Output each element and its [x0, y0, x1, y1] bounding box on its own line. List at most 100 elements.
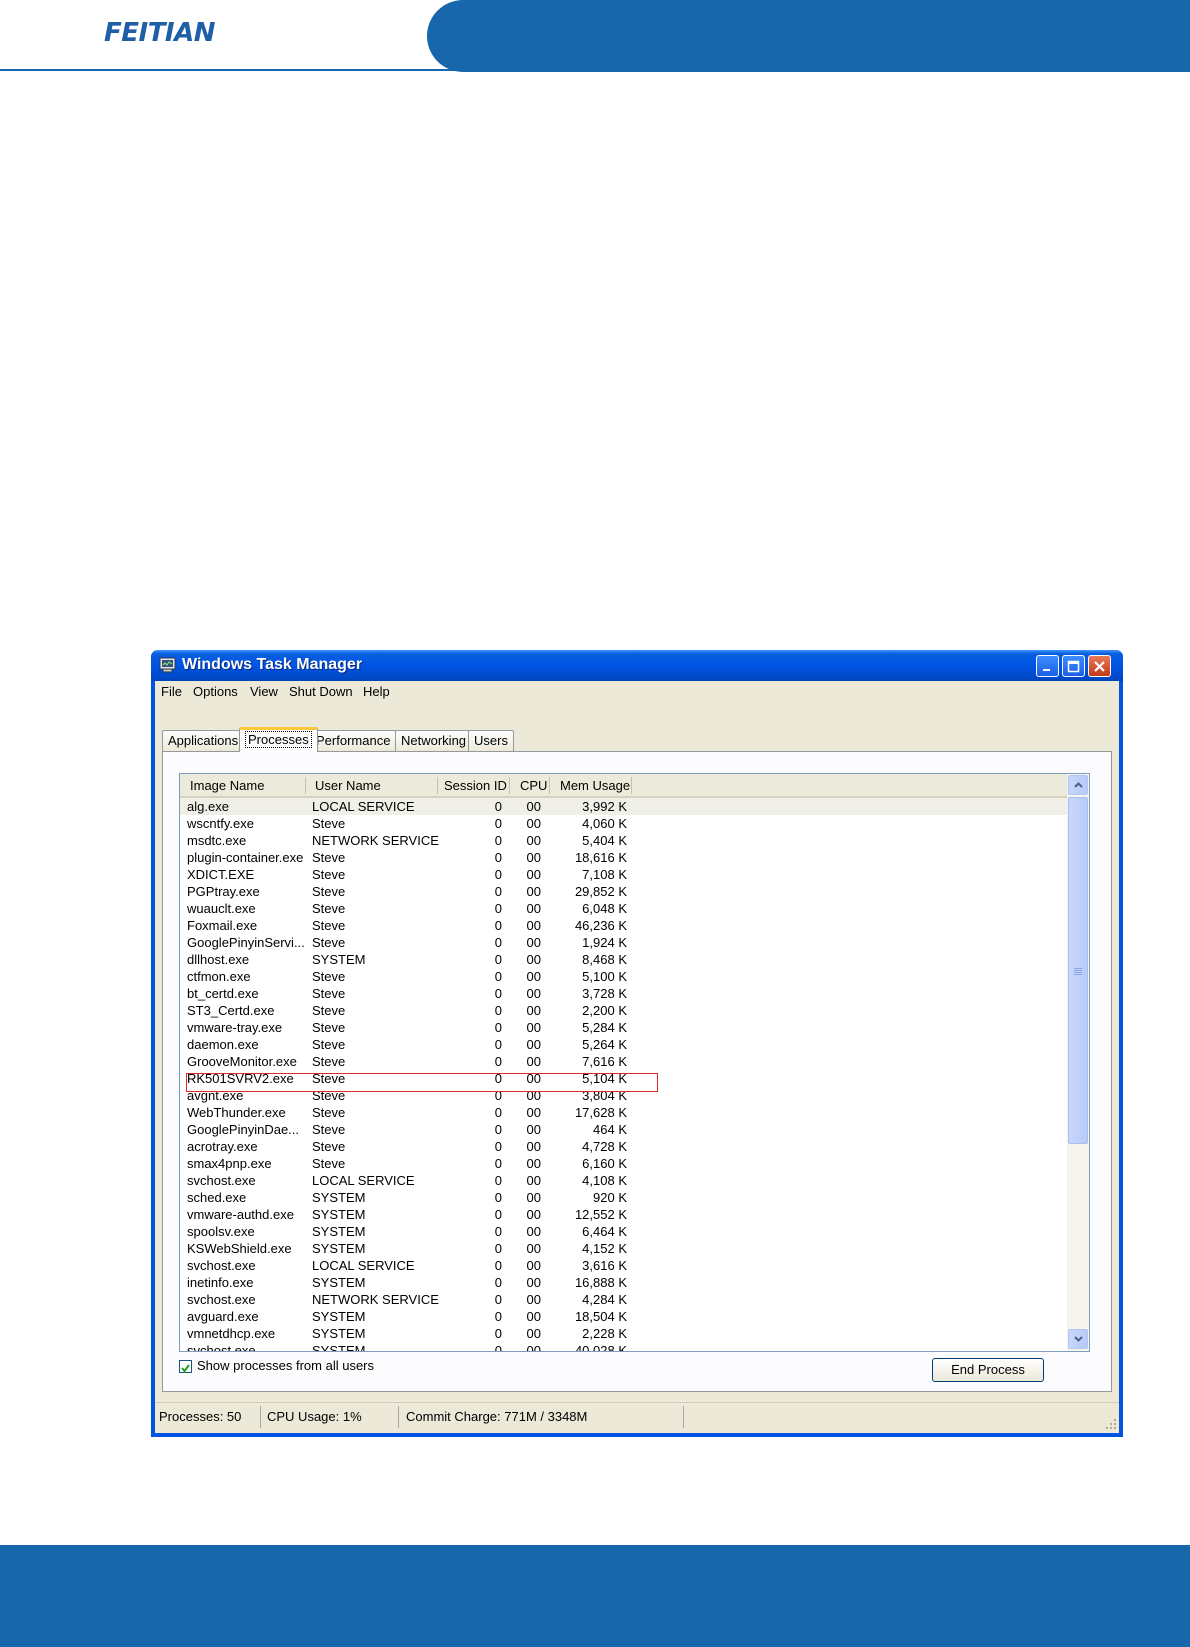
- cell-user: Steve: [312, 901, 346, 916]
- cell-mem: 464 K: [593, 1122, 627, 1137]
- table-row[interactable]: GooglePinyinServi... Steve 0 00 1,924 K: [180, 934, 1067, 951]
- table-row[interactable]: sched.exe SYSTEM 0 00 920 K: [180, 1189, 1067, 1206]
- cell-name: Foxmail.exe: [187, 918, 258, 933]
- cell-cpu: 00: [526, 1241, 541, 1256]
- cell-mem: 4,152 K: [582, 1241, 627, 1256]
- list-header: Image Name User Name Session ID CPU Mem …: [180, 774, 1067, 798]
- cell-mem: 8,468 K: [582, 952, 627, 967]
- tab-processes[interactable]: Processes: [239, 727, 318, 752]
- status-bar: Processes: 50 CPU Usage: 1% Commit Charg…: [155, 1402, 1119, 1432]
- table-row[interactable]: spoolsv.exe SYSTEM 0 00 6,464 K: [180, 1223, 1067, 1240]
- cell-session: 0: [494, 1122, 502, 1137]
- menu-view[interactable]: View: [250, 684, 278, 699]
- menu-file[interactable]: File: [161, 684, 182, 699]
- tab-users[interactable]: Users: [468, 730, 514, 751]
- cell-user: Steve: [312, 850, 346, 865]
- scroll-thumb[interactable]: [1068, 797, 1088, 1144]
- table-row[interactable]: GooglePinyinDae... Steve 0 00 464 K: [180, 1121, 1067, 1138]
- tab-applications[interactable]: Applications: [162, 730, 245, 751]
- table-row[interactable]: bt_certd.exe Steve 0 00 3,728 K: [180, 985, 1067, 1002]
- cell-mem: 46,236 K: [574, 918, 627, 933]
- col-session-id[interactable]: Session ID: [444, 778, 507, 793]
- tab-networking[interactable]: Networking: [395, 730, 473, 751]
- resize-grip-icon[interactable]: [1105, 1418, 1117, 1430]
- col-user-name[interactable]: User Name: [315, 778, 381, 793]
- process-list[interactable]: Image Name User Name Session ID CPU Mem …: [179, 773, 1090, 1352]
- table-row[interactable]: GrooveMonitor.exe Steve 0 00 7,616 K: [180, 1053, 1067, 1070]
- table-row[interactable]: ST3_Certd.exe Steve 0 00 2,200 K: [180, 1002, 1067, 1019]
- cell-session: 0: [494, 1139, 502, 1154]
- minimize-button[interactable]: [1036, 655, 1059, 677]
- cell-name: ctfmon.exe: [187, 969, 251, 984]
- table-row[interactable]: PGPtray.exe Steve 0 00 29,852 K: [180, 883, 1067, 900]
- cell-cpu: 00: [526, 850, 541, 865]
- cell-session: 0: [494, 833, 502, 848]
- table-row[interactable]: alg.exe LOCAL SERVICE 0 00 3,992 K: [180, 798, 1067, 815]
- cell-user: LOCAL SERVICE: [312, 1173, 415, 1188]
- table-row[interactable]: plugin-container.exe Steve 0 00 18,616 K: [180, 849, 1067, 866]
- cell-session: 0: [494, 1037, 502, 1052]
- column-divider[interactable]: [509, 777, 510, 794]
- cell-name: inetinfo.exe: [187, 1275, 254, 1290]
- menu-options[interactable]: Options: [193, 684, 238, 699]
- table-row[interactable]: WebThunder.exe Steve 0 00 17,628 K: [180, 1104, 1067, 1121]
- cell-user: Steve: [312, 867, 346, 882]
- table-row[interactable]: vmnetdhcp.exe SYSTEM 0 00 2,228 K: [180, 1325, 1067, 1342]
- table-row[interactable]: ctfmon.exe Steve 0 00 5,100 K: [180, 968, 1067, 985]
- table-row[interactable]: XDICT.EXE Steve 0 00 7,108 K: [180, 866, 1067, 883]
- table-row[interactable]: KSWebShield.exe SYSTEM 0 00 4,152 K: [180, 1240, 1067, 1257]
- col-mem-usage[interactable]: Mem Usage: [560, 778, 630, 793]
- scroll-up-button[interactable]: [1068, 775, 1088, 795]
- table-row[interactable]: svchost.exe LOCAL SERVICE 0 00 4,108 K: [180, 1172, 1067, 1189]
- table-row[interactable]: vmware-tray.exe Steve 0 00 5,284 K: [180, 1019, 1067, 1036]
- column-divider[interactable]: [305, 777, 306, 794]
- table-row[interactable]: msdtc.exe NETWORK SERVICE 0 00 5,404 K: [180, 832, 1067, 849]
- table-row[interactable]: wscntfy.exe Steve 0 00 4,060 K: [180, 815, 1067, 832]
- cell-name: wscntfy.exe: [187, 816, 254, 831]
- table-row[interactable]: vmware-authd.exe SYSTEM 0 00 12,552 K: [180, 1206, 1067, 1223]
- end-process-button[interactable]: End Process: [932, 1358, 1044, 1382]
- table-row[interactable]: daemon.exe Steve 0 00 5,264 K: [180, 1036, 1067, 1053]
- col-cpu[interactable]: CPU: [520, 778, 547, 793]
- cell-mem: 3,616 K: [582, 1258, 627, 1273]
- cell-mem: 5,100 K: [582, 969, 627, 984]
- cell-name: GooglePinyinServi...: [187, 935, 305, 950]
- menu-shut-down[interactable]: Shut Down: [289, 684, 353, 699]
- table-row[interactable]: avguard.exe SYSTEM 0 00 18,504 K: [180, 1308, 1067, 1325]
- table-row[interactable]: Foxmail.exe Steve 0 00 46,236 K: [180, 917, 1067, 934]
- vertical-scrollbar[interactable]: [1067, 774, 1089, 1351]
- table-row[interactable]: svchost.exe SYSTEM 0 00 40,028 K: [180, 1342, 1067, 1351]
- cell-name: msdtc.exe: [187, 833, 247, 848]
- cell-cpu: 00: [526, 1309, 541, 1324]
- cell-session: 0: [494, 1292, 502, 1307]
- table-row[interactable]: smax4pnp.exe Steve 0 00 6,160 K: [180, 1155, 1067, 1172]
- cell-mem: 920 K: [593, 1190, 627, 1205]
- menu-help[interactable]: Help: [363, 684, 390, 699]
- cell-mem: 4,108 K: [582, 1173, 627, 1188]
- cell-name: vmware-tray.exe: [187, 1020, 283, 1035]
- table-row[interactable]: svchost.exe NETWORK SERVICE 0 00 4,284 K: [180, 1291, 1067, 1308]
- table-row[interactable]: inetinfo.exe SYSTEM 0 00 16,888 K: [180, 1274, 1067, 1291]
- column-divider[interactable]: [631, 777, 632, 794]
- table-row[interactable]: wuauclt.exe Steve 0 00 6,048 K: [180, 900, 1067, 917]
- cell-cpu: 00: [526, 986, 541, 1001]
- column-divider[interactable]: [437, 777, 438, 794]
- cell-session: 0: [494, 1275, 502, 1290]
- scroll-down-button[interactable]: [1068, 1329, 1088, 1349]
- close-button[interactable]: [1088, 655, 1111, 677]
- table-row[interactable]: svchost.exe LOCAL SERVICE 0 00 3,616 K: [180, 1257, 1067, 1274]
- tab-performance[interactable]: Performance: [310, 730, 397, 751]
- col-image-name[interactable]: Image Name: [190, 778, 264, 793]
- column-divider[interactable]: [549, 777, 550, 794]
- cell-session: 0: [494, 986, 502, 1001]
- show-all-users-label[interactable]: Show processes from all users: [197, 1358, 374, 1373]
- cell-user: NETWORK SERVICE: [312, 833, 439, 848]
- cell-session: 0: [494, 884, 502, 899]
- maximize-button[interactable]: [1062, 655, 1085, 677]
- table-row[interactable]: dllhost.exe SYSTEM 0 00 8,468 K: [180, 951, 1067, 968]
- show-all-users-checkbox[interactable]: [179, 1360, 192, 1373]
- title-bar[interactable]: Windows Task Manager: [151, 650, 1123, 681]
- cell-mem: 1,924 K: [582, 935, 627, 950]
- table-row[interactable]: acrotray.exe Steve 0 00 4,728 K: [180, 1138, 1067, 1155]
- cell-session: 0: [494, 969, 502, 984]
